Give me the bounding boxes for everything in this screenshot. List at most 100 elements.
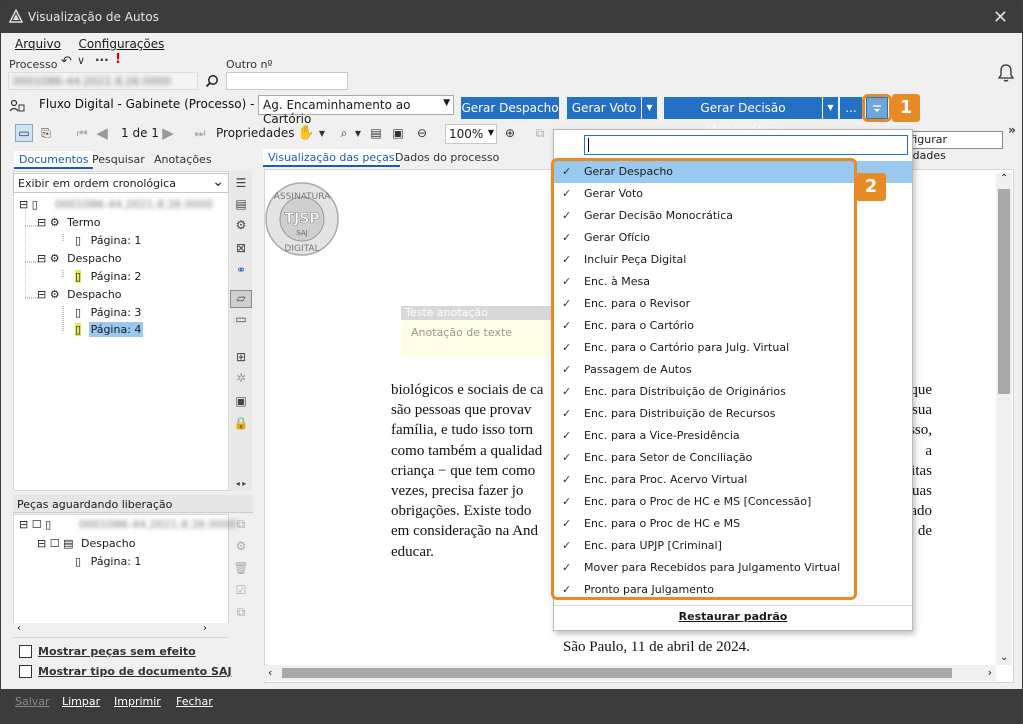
lock-icon[interactable]: 🔒	[230, 416, 252, 434]
menu-arquivo[interactable]: Arquivo	[15, 37, 61, 51]
show-saj-type-checkbox[interactable]	[19, 665, 32, 678]
close-icon[interactable]: ✕	[993, 7, 1008, 28]
tab-visualizacao[interactable]: Visualização das peças	[263, 149, 400, 167]
tree-page-4[interactable]: ▯ Página: 4	[75, 322, 144, 337]
first-page-icon[interactable]: ⏮	[73, 124, 91, 142]
pending-tool-seal-icon[interactable]: ⚙	[230, 539, 252, 557]
tool-note-list-icon[interactable]: ▭	[230, 312, 252, 330]
checkbox-icon[interactable]: ☐	[32, 518, 45, 531]
annotation-body[interactable]: Anotação de texte	[401, 320, 561, 357]
zoom-in-icon[interactable]: ⊕	[501, 124, 519, 142]
collapse-icon[interactable]: ⊟	[37, 216, 46, 229]
properties-button[interactable]: Propriedades	[216, 126, 295, 140]
hscroll-thumb[interactable]	[282, 668, 952, 678]
scroll-right-icon[interactable]: ›	[203, 623, 207, 634]
tool-remove-seal-icon[interactable]: ⊠	[230, 241, 252, 259]
clear-button[interactable]: Limpar	[62, 695, 100, 708]
step-badge-1: 1	[892, 94, 920, 122]
tool-frame-icon[interactable]: ▣	[230, 394, 252, 412]
viewer-vscroll[interactable]: ⌃ ⌄	[996, 173, 1012, 665]
zoom-select[interactable]: 100% ▼	[445, 124, 497, 144]
more-icon[interactable]: ···	[95, 53, 109, 67]
gerar-despacho-button[interactable]: Gerar Despacho	[461, 97, 559, 119]
dropdown-search-input[interactable]	[584, 135, 908, 155]
other-number-input[interactable]	[226, 72, 348, 90]
fit-width-icon[interactable]: ▤	[367, 124, 385, 142]
gerar-decisao-split-arrow[interactable]: ▼	[823, 97, 838, 119]
tab-documentos[interactable]: Documentos	[14, 151, 94, 169]
chevron-down-icon[interactable]: ∨	[77, 54, 85, 67]
pending-page[interactable]: ▯ Página: 1	[75, 555, 141, 568]
tool-seal-icon[interactable]: ⚙	[230, 218, 252, 236]
tool-stack-icon[interactable]: ▤	[230, 197, 252, 215]
back-icon[interactable]: ↶	[61, 54, 72, 69]
tree-group-despacho-1[interactable]: ⊟ ⚙ Despacho	[37, 252, 122, 265]
show-saj-type-label: Mostrar tipo de documento SAJ	[38, 665, 232, 678]
next-page-icon[interactable]: ▶	[159, 124, 177, 142]
zoom-dropdown-icon[interactable]: ▼	[349, 124, 367, 142]
last-page-icon[interactable]: ⏭	[191, 124, 209, 142]
select-mode-icon[interactable]: ▭	[15, 124, 33, 142]
gerar-voto-split-arrow[interactable]: ▼	[642, 97, 657, 119]
page-icon: ▯	[75, 234, 82, 247]
process-number-field[interactable]: 0001086-44.2021.8.26.0000	[8, 72, 198, 90]
close-button[interactable]: Fechar	[176, 695, 213, 708]
gerar-voto-button[interactable]: Gerar Voto	[567, 97, 641, 119]
tab-pesquisar[interactable]: Pesquisar	[87, 151, 150, 169]
collapse-icon[interactable]: ⊟	[19, 518, 28, 531]
overflow-icon[interactable]: »	[1003, 121, 1021, 139]
pending-tool-check-icon[interactable]: ☑	[230, 583, 252, 601]
viewer-hscroll[interactable]: ‹ ›	[264, 665, 996, 681]
fit-page-icon[interactable]: ▣	[389, 124, 407, 142]
restore-default-button[interactable]: Restaurar padrão	[554, 610, 912, 623]
scroll-up-icon[interactable]: ⌃	[1000, 173, 1008, 184]
tree-page-1[interactable]: ▯ Página: 1	[75, 234, 141, 247]
bell-icon[interactable]	[997, 63, 1015, 83]
pending-tool-stack-icon[interactable]: ⧉	[230, 605, 252, 623]
show-no-effect-checkbox[interactable]	[19, 645, 32, 658]
tree-group-termo[interactable]: ⊟ ⚙ Termo	[37, 216, 101, 229]
window-title: Visualização de Autos	[28, 10, 159, 24]
vscroll-thumb[interactable]	[998, 189, 1010, 394]
tree-page-3[interactable]: ▯ Página: 3	[75, 306, 141, 319]
alert-icon[interactable]: !	[115, 52, 121, 67]
tree-group-despacho-2[interactable]: ⊟ ⚙ Despacho	[37, 288, 122, 301]
save-button[interactable]: Salvar	[15, 695, 50, 708]
menu-configuracoes[interactable]: Configurações	[78, 37, 164, 51]
zoom-out-icon[interactable]: ⊖	[413, 124, 431, 142]
tool-loading-icon[interactable]: ✲	[230, 371, 252, 389]
collapse-icon[interactable]: ⊟	[37, 288, 46, 301]
tree-page-2[interactable]: ▯ Página: 2	[75, 270, 141, 283]
scroll-down-icon[interactable]: ⌄	[1000, 652, 1008, 663]
gerar-decisao-button[interactable]: Gerar Decisão Monocrática	[664, 97, 822, 137]
tool-link-icon[interactable]: ⚭	[230, 263, 252, 281]
copy-icon[interactable]: ⧉	[531, 124, 549, 142]
pending-group[interactable]: ⊟ ☐ ▤ Despacho	[37, 537, 135, 550]
tree-group-label: Termo	[67, 216, 101, 229]
queue-select[interactable]: Ag. Encaminhamento ao Cartório ▼	[258, 95, 454, 126]
previous-page-icon[interactable]: ◀	[93, 124, 111, 142]
tool-note-icon[interactable]: ▱	[230, 290, 252, 308]
flow-icon	[9, 99, 25, 112]
tool-list-icon[interactable]: ☰	[230, 176, 252, 194]
more-actions-button[interactable]: ...	[840, 97, 862, 119]
tab-dados-processo[interactable]: Dados do processo	[390, 149, 504, 167]
checkbox-icon[interactable]: ☐	[50, 537, 63, 550]
trash-icon[interactable]: 🗑	[230, 561, 252, 579]
scroll-left-icon[interactable]: ‹	[17, 623, 21, 634]
pending-root[interactable]: ⊟ ☐ ▯ 0001086-44.2021.8.26.0000	[19, 518, 237, 531]
order-select[interactable]: Exibir em ordem cronológica ⌄	[13, 173, 229, 193]
tab-anotacoes[interactable]: Anotações	[149, 151, 217, 169]
tool-add-note-icon[interactable]: ⊞	[230, 350, 252, 368]
pending-tool-copy-icon[interactable]: ⧉	[230, 517, 252, 535]
scroll-left-icon[interactable]: ‹	[268, 666, 272, 679]
annotation-header[interactable]: Teste anotação	[401, 306, 561, 320]
search-icon[interactable]	[205, 74, 219, 88]
print-button[interactable]: Imprimir	[114, 695, 161, 708]
page-mode-icon[interactable]: ⎘	[37, 124, 55, 142]
collapse-icon[interactable]: ⊟	[37, 252, 46, 265]
scroll-right-icon[interactable]: ›	[988, 666, 992, 679]
collapse-icon[interactable]: ⊟	[37, 537, 46, 550]
pending-hscroll[interactable]: ‹ ›	[13, 623, 229, 637]
hand-dropdown-icon[interactable]: ▼	[313, 124, 331, 142]
